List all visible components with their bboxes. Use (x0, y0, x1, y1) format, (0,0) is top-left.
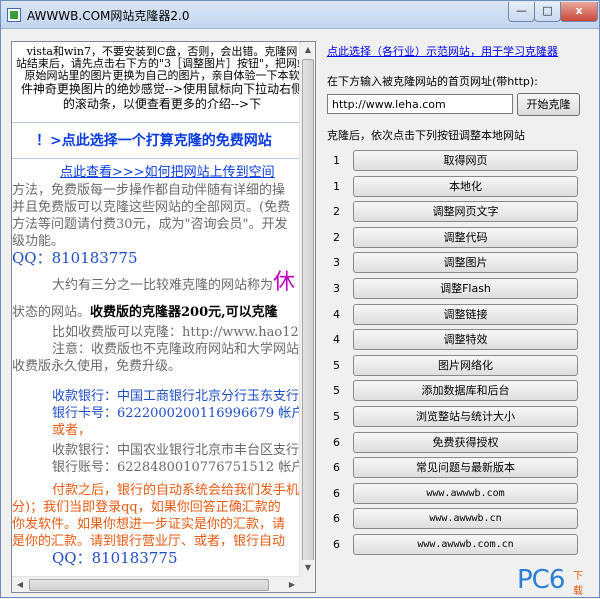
step-number: 6 (333, 512, 340, 526)
site-cn-button[interactable]: www.awwwb.cn (353, 508, 578, 530)
step-row: 3 调整Flash (321, 277, 596, 303)
step-number: 4 (333, 333, 340, 347)
step-row: 5 图片网络化 (321, 354, 596, 380)
divider (12, 158, 300, 159)
pc6-watermark: PC6 下载 (517, 565, 583, 597)
vertical-scrollbar[interactable]: ▲ ▼ (299, 42, 315, 576)
step-row: 4 调整特效 (321, 328, 596, 354)
steps-list: 1 取得网页 1 本地化 2 调整网页文字 2 调整代码 3 调整图片 3 调整Flash … (321, 149, 596, 559)
app-icon (7, 8, 21, 22)
qq-number: QQ：810183775 (12, 249, 138, 267)
step-number: 4 (333, 307, 340, 321)
free-license-button[interactable]: 免费获得授权 (353, 431, 578, 453)
site-com-cn-button[interactable]: www.awwwb.com.cn (353, 533, 578, 555)
step-row: 4 调整链接 (321, 303, 596, 329)
intro-line: 的滚动条，以便查看更多的介绍-->下 (62, 97, 262, 111)
step-number: 5 (333, 409, 340, 423)
step-row: 6 免费获得授权 (321, 431, 596, 457)
app-window: AWWWB.COM网站克隆器2.0 — □ x vista和win7，不要安装到… (0, 0, 600, 598)
step-number: 5 (333, 384, 340, 398)
paragraph-payment: 付款之后，银行的自动系统会给我们发手机 分)；我们当即登录qq，如果你回答正确汇… (12, 483, 300, 549)
step-row: 3 调整图片 (321, 251, 596, 277)
adjust-links-button[interactable]: 调整链接 (353, 303, 578, 325)
step-row: 1 取得网页 (321, 149, 596, 175)
intro-line: 原始网站里的图片更换为自己的图片，亲自体验一下本软 (24, 69, 300, 82)
step-row: 6 www.awwwb.com.cn (321, 533, 596, 559)
bank-info-abc: 收款银行：中国农业银行北京市丰台区支行 银行账号：622848001077675… (52, 443, 300, 475)
add-database-button[interactable]: 添加数据库和后台 (353, 380, 578, 402)
scroll-down-icon[interactable]: ▼ (300, 560, 315, 576)
adjust-images-button[interactable]: 调整图片 (353, 252, 578, 274)
step-number: 2 (333, 230, 340, 244)
adjust-flash-button[interactable]: 调整Flash (353, 277, 578, 299)
scroll-left-icon[interactable]: ◀ (12, 577, 28, 592)
images-online-button[interactable]: 图片网络化 (353, 354, 578, 376)
intro-line: 件神奇更换图片的绝妙感觉-->使用鼠标向下拉动右侧 (20, 82, 300, 96)
step-number: 3 (333, 256, 340, 270)
step-number: 6 (333, 435, 340, 449)
step-row: 5 浏览整站与统计大小 (321, 405, 596, 431)
step-row: 5 添加数据库和后台 (321, 379, 596, 405)
step-row: 2 调整代码 (321, 226, 596, 252)
step-number: 3 (333, 281, 340, 295)
site-com-button[interactable]: www.awwwb.com (353, 482, 578, 504)
step-number: 1 (333, 154, 340, 167)
divider (12, 122, 300, 123)
paragraph-free-version: 方法，免费版每一步操作都自动伴随有详细的操 并且免费版可以克隆这些网站的全部网页… (12, 183, 291, 249)
control-panel: 点此选择（各行业）示范网站，用于学习克隆器 在下方输入被克隆网站的首页网址(带h… (321, 31, 596, 599)
step-number: 6 (333, 461, 340, 475)
window-title: AWWWB.COM网站克隆器2.0 (27, 9, 190, 23)
intro-text: vista和win7，不要安装到C盘，否则，会出错。克隆网 站结束后，请先点击右… (12, 46, 300, 112)
steps-prompt: 克隆后，依次点击下列按钮调整本地网站 (327, 129, 525, 142)
title-bar: AWWWB.COM网站克隆器2.0 — □ x (1, 1, 599, 29)
close-button[interactable]: x (560, 2, 598, 22)
step-number: 1 (333, 179, 340, 193)
localize-button[interactable]: 本地化 (353, 175, 578, 197)
step-number: 6 (333, 537, 340, 551)
browser-content: vista和win7，不要安装到C盘，否则，会出错。克隆网 站结束后，请先点击右… (12, 42, 300, 576)
scroll-thumb[interactable] (302, 59, 314, 571)
adjust-text-button[interactable]: 调整网页文字 (353, 201, 578, 223)
start-clone-button[interactable]: 开始克隆 (517, 93, 580, 116)
paragraph-paid-details: 比如收费版可以克隆：http://www.hao123.com 注意：收费版也不… (12, 325, 300, 374)
maximize-button[interactable]: □ (534, 2, 561, 22)
bank-info-icbc: 收款银行：中国工商银行北京分行玉东支行 银行卡号：622200020011699… (52, 389, 300, 438)
browse-site-button[interactable]: 浏览整站与统计大小 (353, 405, 578, 427)
step-row: 1 本地化 (321, 175, 596, 201)
scroll-corner (299, 576, 315, 592)
paragraph-hard-sites: 大约有三分之一比较难克隆的网站称为休 (52, 270, 296, 295)
paragraph-paid-version: 状态的网站。收费版的克隆器200元,可以克隆 (12, 305, 278, 320)
adjust-effects-button[interactable]: 调整特效 (353, 329, 578, 351)
get-pages-button[interactable]: 取得网页 (353, 150, 578, 171)
faq-button[interactable]: 常见问题与最新版本 (353, 457, 578, 479)
step-row: 6 常见问题与最新版本 (321, 456, 596, 482)
step-number: 5 (333, 358, 340, 372)
url-prompt: 在下方输入被克隆网站的首页网址(带http): (327, 75, 538, 88)
step-row: 6 www.awwwb.cn (321, 507, 596, 533)
minimize-button[interactable]: — (508, 2, 535, 22)
scroll-up-icon[interactable]: ▲ (300, 42, 315, 58)
browser-pane[interactable]: vista和win7，不要安装到C盘，否则，会出错。克隆网 站结束后，请先点击右… (11, 41, 316, 593)
url-input[interactable] (327, 94, 513, 114)
scroll-right-icon[interactable]: ▶ (284, 577, 300, 592)
step-row: 6 www.awwwb.com (321, 482, 596, 508)
step-number: 2 (333, 205, 340, 219)
qq-number-bottom: QQ：810183775 (52, 549, 178, 567)
adjust-code-button[interactable]: 调整代码 (353, 226, 578, 248)
choose-free-site-link[interactable]: ！>点此选择一个打算克隆的免费网站 (36, 130, 272, 150)
hscroll-thumb[interactable] (29, 579, 269, 591)
step-number: 6 (333, 486, 340, 500)
demo-sites-link[interactable]: 点此选择（各行业）示范网站，用于学习克隆器 (327, 43, 558, 59)
horizontal-scrollbar[interactable]: ◀ ▶ (12, 576, 300, 592)
upload-howto-link[interactable]: 点此查看>>>如何把网站上传到空间 (60, 164, 300, 181)
step-row: 2 调整网页文字 (321, 200, 596, 226)
